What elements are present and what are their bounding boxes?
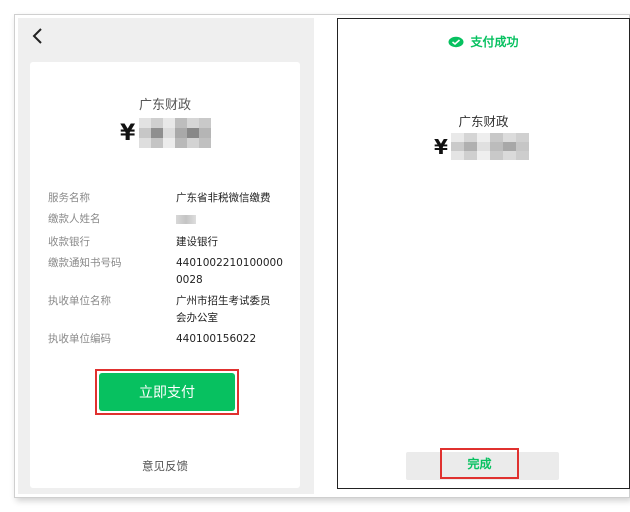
masked-amount xyxy=(139,118,212,148)
masked-amount xyxy=(450,133,529,160)
done-button[interactable]: 完成 xyxy=(440,448,519,479)
detail-value: 建设银行 xyxy=(176,236,218,248)
detail-value: 广州市招生考试委员 会办公室 xyxy=(176,295,271,324)
masked-payer-name xyxy=(176,211,288,230)
detail-row-notice-number: 缴款通知书号码 4401002210100000 0028 xyxy=(48,255,288,289)
currency-symbol: ¥ xyxy=(434,134,448,159)
payment-amount: ¥ xyxy=(434,133,529,160)
payee-name: 广东财政 xyxy=(138,98,191,113)
pay-now-button[interactable]: 立即支付 xyxy=(99,373,235,411)
payment-card: 广东财政 ¥ 服务名称 广东省非税微信缴费 缴款人姓名 收款银行 建设银行 缴款… xyxy=(30,62,300,488)
detail-label: 收款银行 xyxy=(48,236,90,248)
payee-name: 广东财政 xyxy=(458,114,509,129)
detail-row-service: 服务名称 广东省非税微信缴费 xyxy=(48,190,288,207)
payment-details: 服务名称 广东省非税微信缴费 缴款人姓名 收款银行 建设银行 缴款通知书号码 4… xyxy=(48,190,288,352)
detail-label: 缴款通知书号码 xyxy=(48,257,122,269)
detail-row-payer: 缴款人姓名 xyxy=(48,211,288,230)
detail-label: 服务名称 xyxy=(48,192,90,204)
feedback-link[interactable]: 意见反馈 xyxy=(30,458,300,474)
success-text: 支付成功 xyxy=(470,35,519,49)
detail-row-unit-code: 执收单位编码 440100156022 xyxy=(48,331,288,348)
detail-value: 440100156022 xyxy=(176,333,257,345)
detail-value: 广东省非税微信缴费 xyxy=(176,192,271,204)
success-header: 支付成功 xyxy=(338,33,629,50)
wechat-pay-icon xyxy=(448,36,464,47)
detail-value: 4401002210100000 0028 xyxy=(176,257,283,286)
currency-symbol: ¥ xyxy=(120,120,136,146)
payment-screen: 广东财政 ¥ 服务名称 广东省非税微信缴费 缴款人姓名 收款银行 建设银行 缴款… xyxy=(18,18,314,494)
back-arrow-icon[interactable] xyxy=(26,24,50,48)
detail-label: 执收单位名称 xyxy=(48,295,111,307)
detail-label: 缴款人姓名 xyxy=(48,213,101,225)
payment-amount: ¥ xyxy=(120,118,212,148)
detail-row-unit-name: 执收单位名称 广州市招生考试委员 会办公室 xyxy=(48,293,288,327)
detail-row-bank: 收款银行 建设银行 xyxy=(48,234,288,251)
payment-success-screen: 支付成功 广东财政 ¥ 完成 xyxy=(337,18,630,489)
detail-label: 执收单位编码 xyxy=(48,333,111,345)
